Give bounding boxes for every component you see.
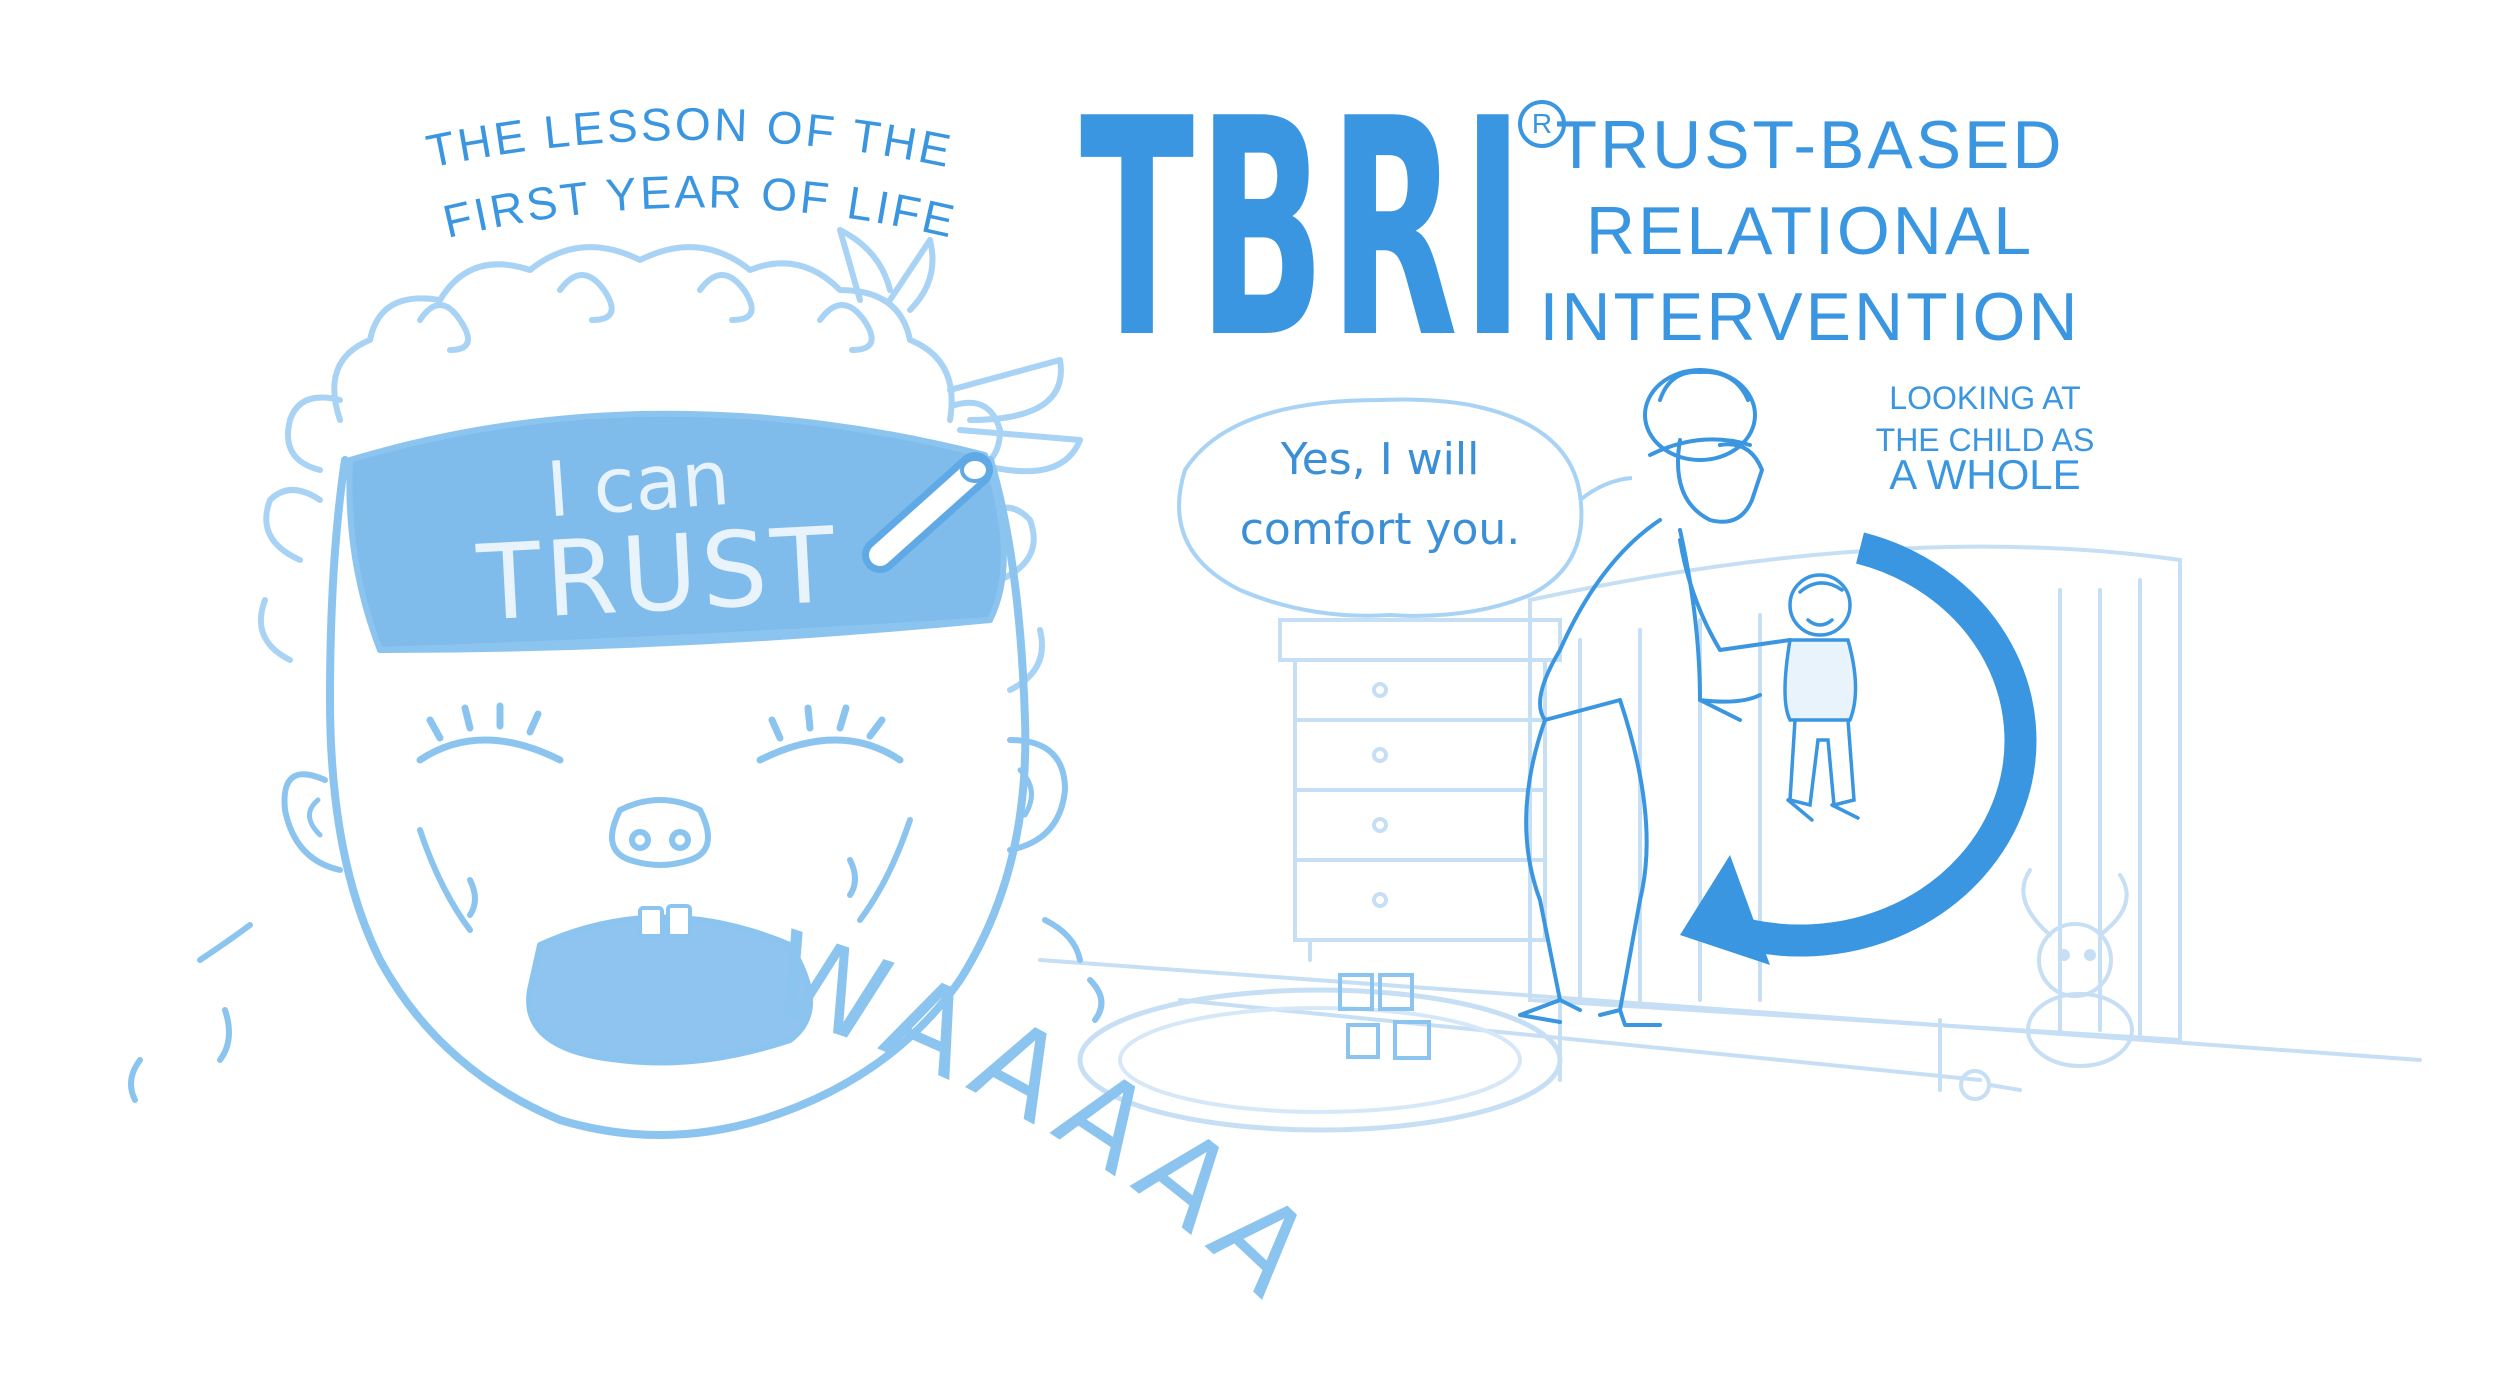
toddler-figure: [1783, 573, 1860, 822]
toddler-body: [1783, 638, 1858, 722]
subtitle-line2: RELATIONAL: [1585, 193, 2035, 269]
subtitle-line3: INTERVENTION: [1539, 279, 2081, 355]
caption-line3: A WHOLE: [1889, 451, 2081, 498]
brand-title: TBRI: [1080, 55, 1528, 404]
mother-legs: [1524, 718, 1582, 1012]
toddler-legs: [1788, 718, 1856, 808]
dresser: [1278, 618, 1562, 962]
forehead-line2: TRUST: [473, 504, 841, 645]
subtitle-line1: TRUST-BASED: [1555, 107, 2065, 183]
lesson-line1: THE LESSON OF THE: [422, 98, 958, 177]
nursery-scene: [1038, 544, 2422, 1133]
speech-line2: comfort you.: [1239, 504, 1521, 555]
caption-line1: LOOKING AT: [1889, 380, 2081, 416]
baby-eyes: [416, 702, 904, 764]
speech-line1: Yes, I will: [1280, 434, 1480, 485]
rattle-toy: [1959, 1069, 2022, 1101]
lesson-line2: FIRST YEAR OF LIFE: [438, 165, 962, 247]
baby-nose: [609, 797, 711, 868]
